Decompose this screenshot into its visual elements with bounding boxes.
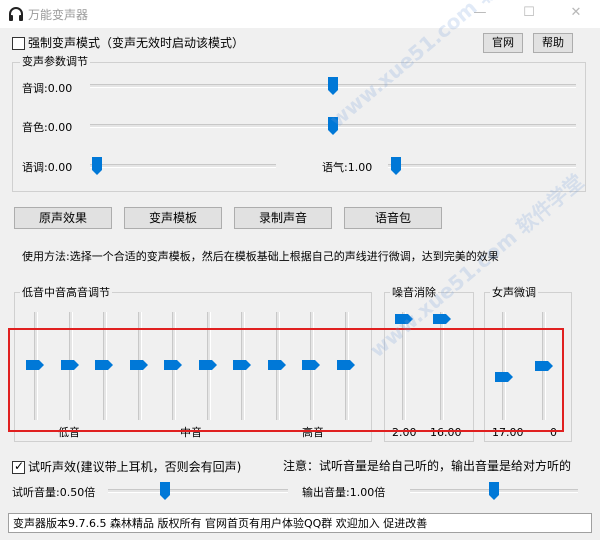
eq-band-thumb-3[interactable]	[95, 360, 113, 370]
eq-band-thumb-2[interactable]	[61, 360, 79, 370]
eq-band-thumb-8[interactable]	[268, 360, 286, 370]
female-slider-1-thumb[interactable]	[495, 372, 513, 382]
eq-band-thumb-7[interactable]	[233, 360, 251, 370]
mid-label: 中音	[180, 426, 202, 439]
tone-slider[interactable]	[388, 164, 576, 168]
usage-instructions: 使用方法:选择一个合适的变声模板，然后在模板基础上根据自己的声线进行微调，达到完…	[22, 250, 499, 263]
eq-band-thumb-1[interactable]	[26, 360, 44, 370]
pitch-label: 音调:0.00	[22, 82, 73, 95]
force-mode-label: 强制变声模式（变声无效时启动该模式）	[28, 36, 245, 50]
speed-label: 语调:0.00	[22, 161, 73, 174]
output-volume-thumb[interactable]	[489, 482, 499, 500]
voice-templates-button[interactable]: 变声模板	[124, 207, 222, 229]
tone-label: 语气:1.00	[322, 161, 373, 174]
noise-slider-2[interactable]	[440, 312, 444, 420]
website-button[interactable]: 官网	[483, 33, 523, 53]
female-slider-2-thumb[interactable]	[535, 361, 553, 371]
eq-band-thumb-6[interactable]	[199, 360, 217, 370]
window-title: 万能变声器	[28, 8, 89, 22]
noise-value-2: 16.00	[430, 426, 462, 439]
voice-params-title: 变声参数调节	[20, 55, 90, 68]
female-group	[484, 292, 572, 442]
low-label: 低音	[58, 426, 80, 439]
original-voice-button[interactable]: 原声效果	[14, 207, 112, 229]
monitor-label: 试听声效(建议带上耳机，否则会有回声)	[28, 460, 242, 474]
help-button[interactable]: 帮助	[533, 33, 573, 53]
eq-band-thumb-5[interactable]	[164, 360, 182, 370]
eq-band-thumb-10[interactable]	[337, 360, 355, 370]
female-title: 女声微调	[490, 286, 538, 299]
record-voice-button[interactable]: 录制声音	[234, 207, 332, 229]
noise-value-1: 2.00	[392, 426, 417, 439]
monitor-note: 注意：试听音量是给自己听的，输出音量是给对方听的	[283, 459, 572, 473]
pitch-slider-thumb[interactable]	[328, 77, 338, 95]
listen-volume-thumb[interactable]	[160, 482, 170, 500]
eq-band-thumb-9[interactable]	[302, 360, 320, 370]
app-window: 万能变声器 — ☐ ✕ 强制变声模式（变声无效时启动该模式） 官网 帮助 变声参…	[0, 0, 600, 540]
tone-slider-thumb[interactable]	[391, 157, 401, 175]
listen-volume-slider[interactable]	[108, 489, 288, 493]
output-volume-label: 输出音量:1.00倍	[302, 486, 386, 499]
maximize-button[interactable]: ☐	[519, 4, 539, 22]
listen-volume-label: 试听音量:0.50倍	[12, 486, 96, 499]
close-button[interactable]: ✕	[566, 4, 586, 22]
status-bar: 变声器版本9.7.6.5 森林精品 版权所有 官网首页有用户体验QQ群 欢迎加入…	[8, 513, 592, 533]
equalizer-title: 低音中音高音调节	[20, 286, 112, 299]
speed-slider[interactable]	[90, 164, 276, 168]
speed-slider-thumb[interactable]	[92, 157, 102, 175]
voice-pack-button[interactable]: 语音包	[344, 207, 442, 229]
status-text: 变声器版本9.7.6.5 森林精品 版权所有 官网首页有用户体验QQ群 欢迎加入…	[13, 517, 428, 530]
high-label: 高音	[302, 426, 324, 439]
eq-band-thumb-4[interactable]	[130, 360, 148, 370]
checkmark-icon: ✓	[14, 459, 25, 473]
headphones-icon	[9, 7, 23, 21]
female-slider-1[interactable]	[502, 312, 506, 420]
female-value-2: 0	[550, 426, 557, 439]
force-mode-checkbox[interactable]	[12, 37, 25, 50]
female-value-1: 17.00	[492, 426, 524, 439]
title-bar: 万能变声器 — ☐ ✕	[0, 0, 600, 28]
timbre-label: 音色:0.00	[22, 121, 73, 134]
monitor-checkbox[interactable]: ✓	[12, 459, 25, 474]
